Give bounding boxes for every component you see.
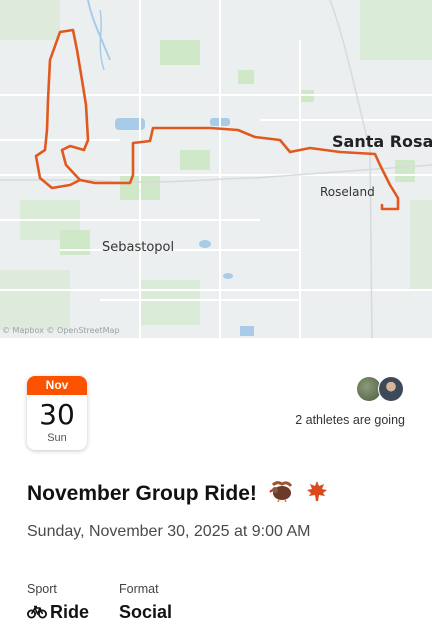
event-datetime: Sunday, November 30, 2025 at 9:00 AM (27, 523, 311, 540)
route-map[interactable]: Santa Rosa Roseland Sebastopol © Mapbox … (0, 0, 432, 338)
map-label-roseland: Roseland (320, 185, 375, 199)
turkey-icon (269, 480, 293, 508)
bike-icon (27, 603, 47, 619)
event-date-card: Nov 30 Sun (27, 376, 87, 450)
map-attribution[interactable]: © Mapbox © OpenStreetMap (2, 326, 120, 335)
avatar[interactable] (378, 376, 404, 402)
event-title-text: November Group Ride! (27, 482, 257, 505)
event-day: 30 (39, 398, 75, 431)
maple-leaf-icon (305, 480, 329, 508)
attendee-avatars[interactable] (356, 376, 406, 402)
map-label-sebastopol: Sebastopol (102, 240, 175, 255)
map-label-santa-rosa: Santa Rosa (332, 132, 432, 151)
format-value: Social (119, 602, 173, 622)
sport-value-text: Ride (50, 602, 90, 622)
map-canvas (0, 0, 432, 338)
attendees-count[interactable]: 2 athletes are going (295, 413, 405, 427)
format-label: Format (119, 582, 159, 596)
event-month: Nov (27, 376, 87, 395)
event-weekday: Sun (47, 432, 67, 444)
sport-value: Ride (27, 602, 89, 623)
event-title: November Group Ride! (27, 480, 329, 508)
sport-label: Sport (27, 582, 57, 596)
